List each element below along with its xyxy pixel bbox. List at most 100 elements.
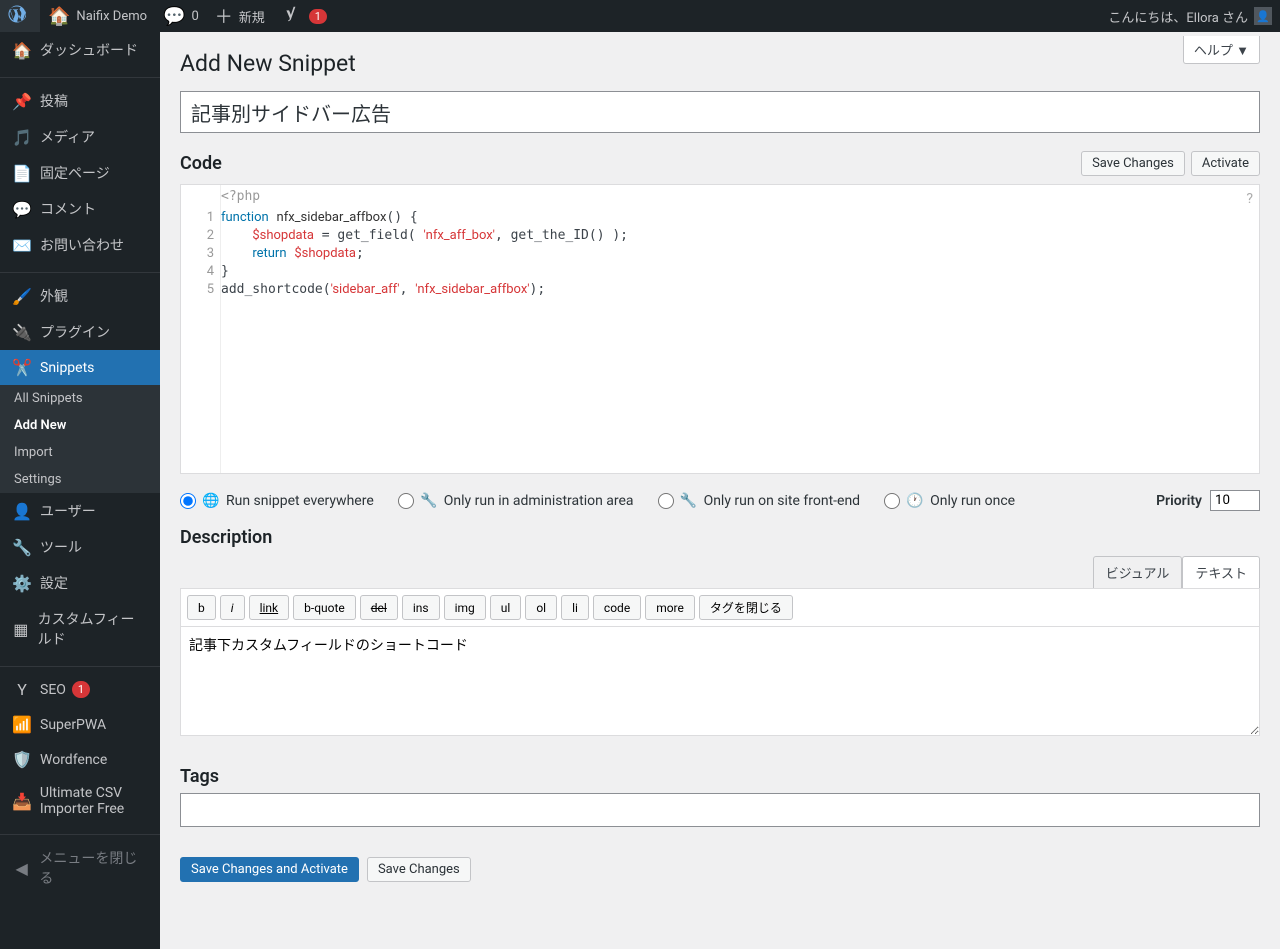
scope-frontend[interactable]: 🔧Only run on site front-end bbox=[658, 492, 861, 510]
save-and-activate-button[interactable]: Save Changes and Activate bbox=[180, 857, 359, 882]
menu-settings[interactable]: ⚙️設定 bbox=[0, 565, 160, 601]
brush-icon: 🖌️ bbox=[12, 287, 32, 306]
collapse-menu[interactable]: ◀メニューを閉じる bbox=[0, 840, 160, 896]
description-textarea[interactable] bbox=[180, 626, 1260, 736]
priority: Priority bbox=[1156, 490, 1260, 511]
import-icon: 📥 bbox=[12, 792, 32, 811]
menu-users[interactable]: 👤ユーザー bbox=[0, 493, 160, 529]
new-content[interactable]: ＋新規 bbox=[207, 0, 273, 32]
ed-ins[interactable]: ins bbox=[402, 595, 440, 620]
plugin-icon: 🔌 bbox=[12, 323, 32, 342]
ed-li[interactable]: li bbox=[561, 595, 589, 620]
yoast-link[interactable]: 1 bbox=[273, 0, 335, 32]
ed-b[interactable]: b bbox=[187, 595, 216, 620]
page-icon: 📄 bbox=[12, 164, 32, 183]
wp-logo[interactable] bbox=[0, 0, 40, 32]
dashboard-icon: 🏠 bbox=[12, 41, 32, 60]
ed-i[interactable]: i bbox=[220, 595, 245, 620]
menu-wordfence[interactable]: 🛡️Wordfence bbox=[0, 742, 160, 777]
description-heading: Description bbox=[180, 527, 1260, 548]
code-editor[interactable]: <?php ? 12345 function nfx_sidebar_affbo… bbox=[180, 184, 1260, 474]
menu-snippets[interactable]: ✂️Snippets bbox=[0, 350, 160, 385]
globe-icon: 🌐 bbox=[202, 492, 220, 510]
menu-csv-importer[interactable]: 📥Ultimate CSV Importer Free bbox=[0, 777, 160, 825]
scope-everywhere[interactable]: 🌐Run snippet everywhere bbox=[180, 492, 374, 510]
priority-input[interactable] bbox=[1210, 490, 1260, 511]
snippet-title-input[interactable] bbox=[180, 91, 1260, 133]
admin-menu: 🏠ダッシュボード 📌投稿 🎵メディア 📄固定ページ 💬コメント ✉️お問い合わせ… bbox=[0, 32, 160, 949]
ed-del[interactable]: del bbox=[360, 595, 398, 620]
help-icon[interactable]: ? bbox=[1246, 191, 1253, 207]
pwa-icon: 📶 bbox=[12, 715, 32, 734]
submenu-settings[interactable]: Settings bbox=[0, 466, 160, 493]
site-name: Naifix Demo bbox=[76, 9, 147, 24]
tags-input[interactable] bbox=[180, 793, 1260, 827]
clock-icon: 🕐 bbox=[906, 492, 924, 510]
menu-tools[interactable]: 🔧ツール bbox=[0, 529, 160, 565]
save-changes-button[interactable]: Save Changes bbox=[1081, 151, 1185, 176]
menu-media[interactable]: 🎵メディア bbox=[0, 119, 160, 155]
site-name-link[interactable]: 🏠 Naifix Demo bbox=[40, 0, 155, 32]
sliders-icon: ⚙️ bbox=[12, 574, 32, 593]
submenu-all-snippets[interactable]: All Snippets bbox=[0, 385, 160, 412]
ed-ol[interactable]: ol bbox=[525, 595, 557, 620]
menu-customfields[interactable]: ▦カスタムフィールド bbox=[0, 601, 160, 657]
submenu-import[interactable]: Import bbox=[0, 439, 160, 466]
editor-toolbar: b i link b-quote del ins img ul ol li co… bbox=[180, 588, 1260, 626]
tab-visual[interactable]: ビジュアル bbox=[1093, 556, 1183, 588]
wrench-icon: 🔧 bbox=[680, 492, 698, 510]
content: Add New Snippet Code Save Changes Activa… bbox=[160, 32, 1280, 922]
code-content[interactable]: function nfx_sidebar_affbox() { $shopdat… bbox=[221, 185, 1259, 473]
wordpress-icon bbox=[8, 5, 26, 28]
tags-heading: Tags bbox=[180, 766, 1260, 787]
help-tab[interactable]: ヘルプ ▼ bbox=[1183, 36, 1260, 64]
wrench-icon: 🔧 bbox=[420, 492, 438, 510]
ed-code[interactable]: code bbox=[593, 595, 641, 620]
menu-posts[interactable]: 📌投稿 bbox=[0, 83, 160, 119]
tab-text[interactable]: テキスト bbox=[1182, 556, 1260, 588]
save-changes-button-bottom[interactable]: Save Changes bbox=[367, 857, 471, 882]
grid-icon: ▦ bbox=[12, 620, 30, 639]
snippets-submenu: All Snippets Add New Import Settings bbox=[0, 385, 160, 493]
yoast-badge: 1 bbox=[309, 9, 327, 24]
scope-once[interactable]: 🕐Only run once bbox=[884, 492, 1015, 510]
ed-close-tags[interactable]: タグを閉じる bbox=[699, 595, 793, 620]
wrench-icon: 🔧 bbox=[12, 538, 32, 557]
submenu-add-new[interactable]: Add New bbox=[0, 412, 160, 439]
menu-dashboard[interactable]: 🏠ダッシュボード bbox=[0, 32, 160, 68]
menu-superpwa[interactable]: 📶SuperPWA bbox=[0, 707, 160, 742]
comments-bubble[interactable]: 💬0 bbox=[155, 0, 207, 32]
ed-ul[interactable]: ul bbox=[490, 595, 522, 620]
menu-comments[interactable]: 💬コメント bbox=[0, 191, 160, 227]
ed-bquote[interactable]: b-quote bbox=[293, 595, 356, 620]
shield-icon: 🛡️ bbox=[12, 750, 32, 769]
comment-icon: 💬 bbox=[12, 200, 32, 219]
admin-bar: 🏠 Naifix Demo 💬0 ＋新規 1 こんにちは、Ellora さん👤 bbox=[0, 0, 1280, 32]
scope-admin[interactable]: 🔧Only run in administration area bbox=[398, 492, 634, 510]
yoast-icon bbox=[281, 5, 299, 28]
menu-seo[interactable]: YSEO1 bbox=[0, 672, 160, 707]
plus-icon: ＋ bbox=[215, 3, 233, 29]
seo-badge: 1 bbox=[72, 681, 90, 698]
menu-contact[interactable]: ✉️お問い合わせ bbox=[0, 227, 160, 263]
avatar: 👤 bbox=[1254, 7, 1272, 25]
comment-icon: 💬 bbox=[163, 6, 185, 27]
scissors-icon: ✂️ bbox=[12, 358, 32, 377]
menu-pages[interactable]: 📄固定ページ bbox=[0, 155, 160, 191]
code-heading: Code bbox=[180, 153, 222, 174]
users-icon: 👤 bbox=[12, 502, 32, 521]
ed-more[interactable]: more bbox=[645, 595, 695, 620]
activate-button[interactable]: Activate bbox=[1191, 151, 1260, 176]
scope-row: 🌐Run snippet everywhere 🔧Only run in adm… bbox=[180, 490, 1260, 511]
my-account[interactable]: こんにちは、Ellora さん👤 bbox=[1100, 0, 1280, 32]
ed-img[interactable]: img bbox=[444, 595, 486, 620]
pin-icon: 📌 bbox=[12, 92, 32, 111]
line-gutter: 12345 bbox=[181, 185, 221, 473]
menu-plugins[interactable]: 🔌プラグイン bbox=[0, 314, 160, 350]
chevron-left-icon: ◀ bbox=[12, 859, 31, 878]
media-icon: 🎵 bbox=[12, 128, 32, 147]
ed-link[interactable]: link bbox=[249, 595, 290, 620]
menu-appearance[interactable]: 🖌️外観 bbox=[0, 278, 160, 314]
mail-icon: ✉️ bbox=[12, 236, 32, 255]
home-icon: 🏠 bbox=[48, 6, 70, 27]
